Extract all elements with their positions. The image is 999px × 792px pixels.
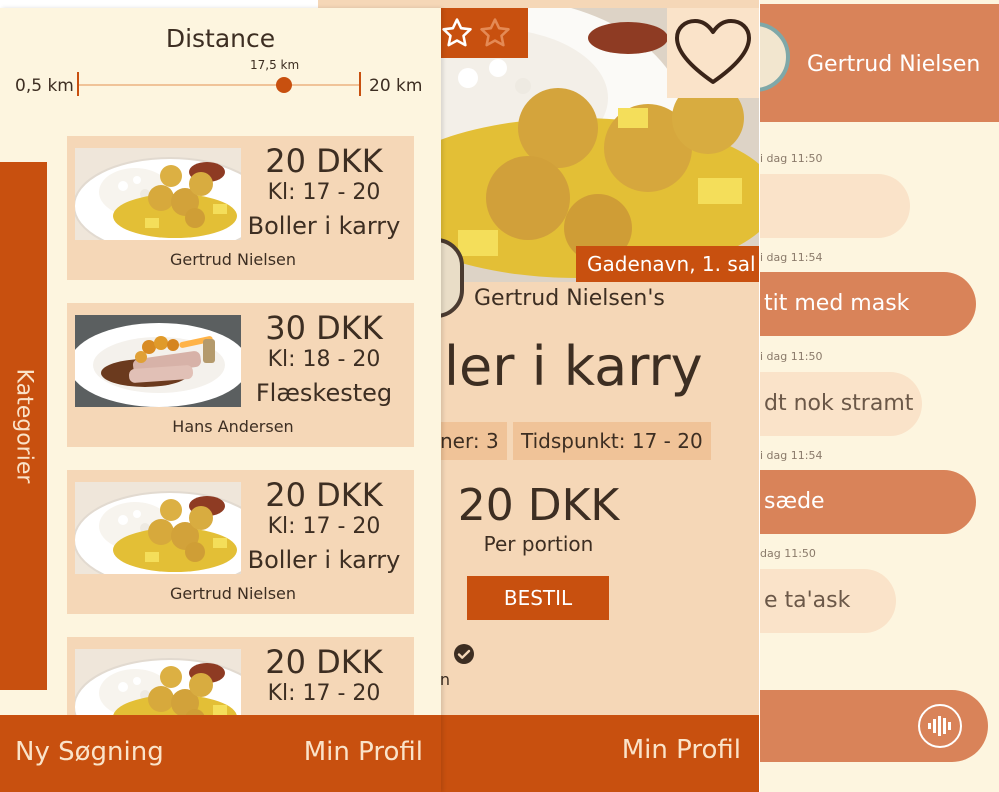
time-chip: Tidspunkt: 17 - 20 [513,422,711,460]
card-time: Kl: 17 - 20 [267,180,381,205]
chef-name: Gertrud Nielsen's [474,286,665,311]
nav-my-profile[interactable]: Min Profil [622,735,741,765]
order-button[interactable]: BESTIL [467,576,609,620]
star-outline-icon[interactable] [478,16,512,50]
slider-value-label: 17,5 km [250,58,300,72]
chat-contact-name: Gertrud Nielsen [807,52,981,77]
card-time: Kl: 17 - 20 [267,681,381,706]
bottom-nav: Ny Søgning Min Profil [0,715,441,792]
address-tag: Gadenavn, 1. sal [576,246,759,282]
card-price: 30 DKK [265,309,383,347]
card-cook-name: Hans Andersen [172,417,294,436]
chat-screen: Gertrud Nielsen i dag 11:50 i dag 11:54 … [760,0,999,792]
audio-wave-icon [928,716,951,736]
message-time: i dag 11:54 [760,449,823,462]
categories-tab[interactable]: Kategorier [0,162,47,690]
message-bubble[interactable]: sæde [760,470,976,534]
card-dish-name: Boller i karry [247,546,401,574]
card-cook-name: Gertrud Nielsen [169,584,297,603]
card-time: Kl: 17 - 20 [267,514,381,539]
dish-card[interactable]: 20 DKK Kl: 17 - 20 Boller i karry Gertru… [67,470,414,614]
card-dish-name: Boller i karry [247,212,401,240]
slider-max-label: 20 km [369,76,423,96]
message-bubble[interactable]: tit med mask [760,272,976,336]
star-outline-icon[interactable] [440,16,474,50]
message-bubble[interactable] [760,174,910,238]
dish-thumbnail [75,148,241,240]
message-bubble[interactable]: dt nok stramt [760,372,922,436]
distance-slider-track[interactable] [78,84,360,86]
voice-record-button[interactable] [918,704,962,748]
message-time: dag 11:50 [760,547,816,560]
chat-header: Gertrud Nielsen [760,4,999,122]
message-bubble[interactable]: e ta'ask [760,569,896,633]
slider-min-tick [77,72,79,96]
slider-min-label: 0,5 km [15,76,74,96]
categories-tab-label: Kategorier [11,368,36,484]
message-time: i dag 11:50 [760,152,823,165]
card-price: 20 DKK [265,643,383,681]
distance-slider-handle[interactable] [276,77,292,93]
favorite-button[interactable] [667,8,759,98]
card-cook-name: Gertrud Nielsen [169,250,297,269]
dish-thumbnail [75,482,241,574]
portions-chip: ner: 3 [432,422,507,460]
card-price: 20 DKK [265,476,383,514]
dish-thumbnail [75,315,241,407]
distance-title: Distance [165,24,276,53]
avatar[interactable] [760,22,790,92]
dish-card[interactable]: 30 DKK Kl: 18 - 20 Flæskesteg Hans Ander… [67,303,414,447]
slider-max-tick [359,72,361,96]
message-input[interactable] [760,690,988,762]
message-time: i dag 11:50 [760,350,823,363]
card-time: Kl: 18 - 20 [267,347,381,372]
search-results-screen: Distance 17,5 km 0,5 km 20 km Kategorier… [0,8,441,792]
heart-icon [675,19,751,84]
card-dish-name: Flæskesteg [255,379,393,407]
message-time: i dag 11:54 [760,251,823,264]
dish-card[interactable]: 20 DKK Kl: 17 - 20 Boller i karry Gertru… [67,136,414,280]
checkmark-icon [454,644,474,664]
dish-title: oller i karry [396,335,703,398]
nav-my-profile[interactable]: Min Profil [304,737,423,767]
nav-new-search[interactable]: Ny Søgning [15,737,164,767]
card-price: 20 DKK [265,142,383,180]
